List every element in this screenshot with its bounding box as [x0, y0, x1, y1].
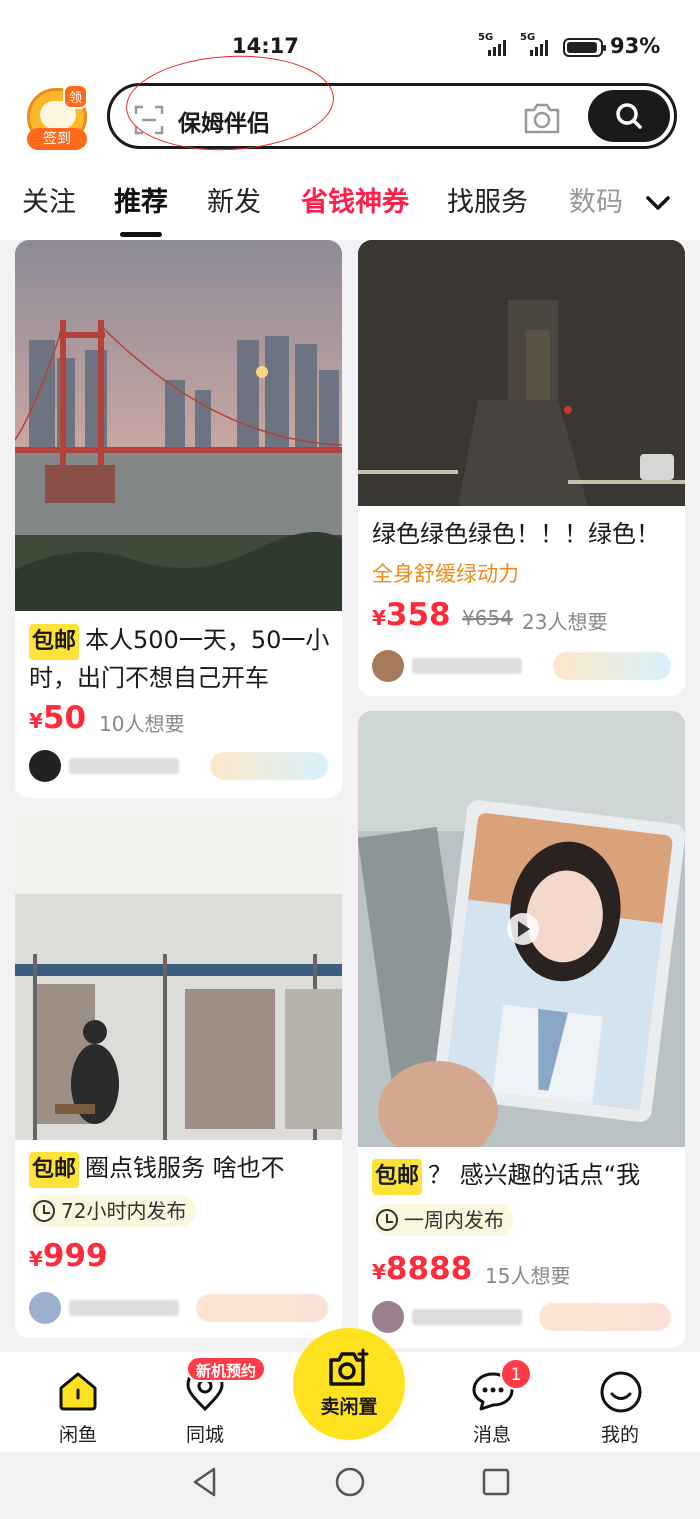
product-image	[358, 240, 685, 506]
status-time: 14:17	[232, 34, 299, 58]
signal-icon-2: 5G	[520, 32, 548, 56]
product-price: ¥8888	[372, 1251, 473, 1287]
search-button[interactable]	[588, 90, 670, 142]
signin-tag: 领	[63, 84, 89, 109]
search-icon	[616, 103, 642, 129]
header: 领 签到 保姆伴侣 关注 推荐 新发 省钱神券 找服务 数码	[0, 50, 700, 240]
nav-messages-label: 消息	[472, 1424, 511, 1446]
product-title: 包邮 本人500一天，50一小时，出门不想自己开车	[29, 624, 330, 692]
tab-recommend[interactable]: 推荐	[114, 180, 168, 237]
new-phone-promo-badge: 新机预约	[186, 1356, 267, 1382]
nav-me-label: 我的	[600, 1424, 639, 1446]
original-price: ¥654	[462, 606, 513, 630]
seller-badge-blurred	[196, 1294, 328, 1322]
product-image	[358, 711, 685, 1147]
battery-icon	[563, 38, 606, 57]
want-count: 10人想要	[99, 712, 185, 736]
home-button-icon[interactable]	[334, 1466, 366, 1498]
free-shipping-tag: 包邮	[372, 1159, 423, 1195]
product-title: 包邮 圈点钱服务 啥也不	[29, 1150, 332, 1188]
seller-name-blurred	[69, 758, 179, 774]
seller-row	[29, 748, 328, 782]
seller-row	[29, 1290, 328, 1324]
clock-icon	[376, 1209, 398, 1231]
seller-badge-blurred	[553, 652, 671, 680]
signin-button[interactable]: 领 签到	[25, 84, 89, 150]
free-shipping-tag: 包邮	[29, 1152, 80, 1188]
back-icon[interactable]	[190, 1466, 220, 1498]
home-icon	[59, 1372, 97, 1411]
system-nav-bar	[0, 1452, 700, 1519]
seller-badge-blurred	[539, 1303, 671, 1331]
product-title: 绿色绿色绿色！！！绿色！	[372, 520, 660, 548]
product-image	[15, 240, 342, 611]
product-card[interactable]: 包邮 本人500一天，50一小时，出门不想自己开车 ¥50 10人想要	[15, 240, 342, 798]
product-price: ¥50	[29, 700, 87, 736]
recents-icon[interactable]	[481, 1467, 511, 1497]
want-count: 23人想要	[522, 610, 608, 634]
avatar	[372, 1301, 404, 1333]
seller-name-blurred	[412, 658, 522, 674]
nav-city-label: 同城	[185, 1424, 224, 1446]
camera-plus-icon	[329, 1348, 369, 1386]
chevron-down-icon[interactable]	[644, 192, 672, 214]
seller-row	[372, 1299, 671, 1333]
seller-name-blurred	[412, 1309, 522, 1325]
product-card[interactable]: 绿色绿色绿色！！！绿色！ 全身舒缓绿动力 ¥358 ¥654 23人想要	[358, 240, 685, 696]
sell-button[interactable]: 卖闲置	[293, 1328, 405, 1440]
status-bar: 14:17 5G 5G 93%	[0, 0, 700, 80]
signal-icon: 5G	[478, 32, 506, 56]
sell-label: 卖闲置	[320, 1396, 378, 1418]
clock-icon	[33, 1200, 55, 1222]
product-title: 包邮？ 感兴趣的话点“我	[372, 1157, 675, 1195]
product-price: ¥999	[29, 1238, 108, 1274]
tab-digital[interactable]: 数码	[569, 180, 623, 219]
product-card[interactable]: 包邮 圈点钱服务 啥也不 72小时内发布 ¥999	[15, 814, 342, 1338]
seller-row	[372, 648, 671, 682]
battery-percent: 93%	[610, 34, 661, 58]
signin-label: 签到	[27, 128, 87, 150]
avatar	[29, 750, 61, 782]
avatar	[372, 650, 404, 682]
tab-coupons[interactable]: 省钱神券	[301, 180, 409, 219]
free-shipping-tag: 包邮	[29, 624, 80, 660]
seller-name-blurred	[69, 1300, 179, 1316]
want-count: 15人想要	[485, 1264, 571, 1288]
product-price: ¥358	[372, 597, 451, 633]
publish-time-badge: 一周内发布	[372, 1204, 514, 1236]
camera-icon[interactable]	[522, 100, 562, 136]
product-subtitle: 全身舒缓绿动力	[372, 562, 519, 586]
tab-services[interactable]: 找服务	[447, 180, 528, 219]
nav-home-label: 闲鱼	[58, 1424, 97, 1446]
message-count-badge: 1	[500, 1358, 532, 1390]
avatar	[29, 1292, 61, 1324]
product-card[interactable]: 包邮？ 感兴趣的话点“我 一周内发布 ¥8888 15人想要	[358, 711, 685, 1348]
seller-badge-blurred	[210, 752, 328, 780]
profile-icon	[600, 1371, 642, 1413]
tab-follow[interactable]: 关注	[22, 180, 76, 219]
publish-time-badge: 72小时内发布	[29, 1195, 197, 1227]
tab-new[interactable]: 新发	[207, 180, 261, 219]
category-tabs: 关注 推荐 新发 省钱神券 找服务 数码	[0, 180, 700, 240]
product-image	[15, 814, 342, 1140]
